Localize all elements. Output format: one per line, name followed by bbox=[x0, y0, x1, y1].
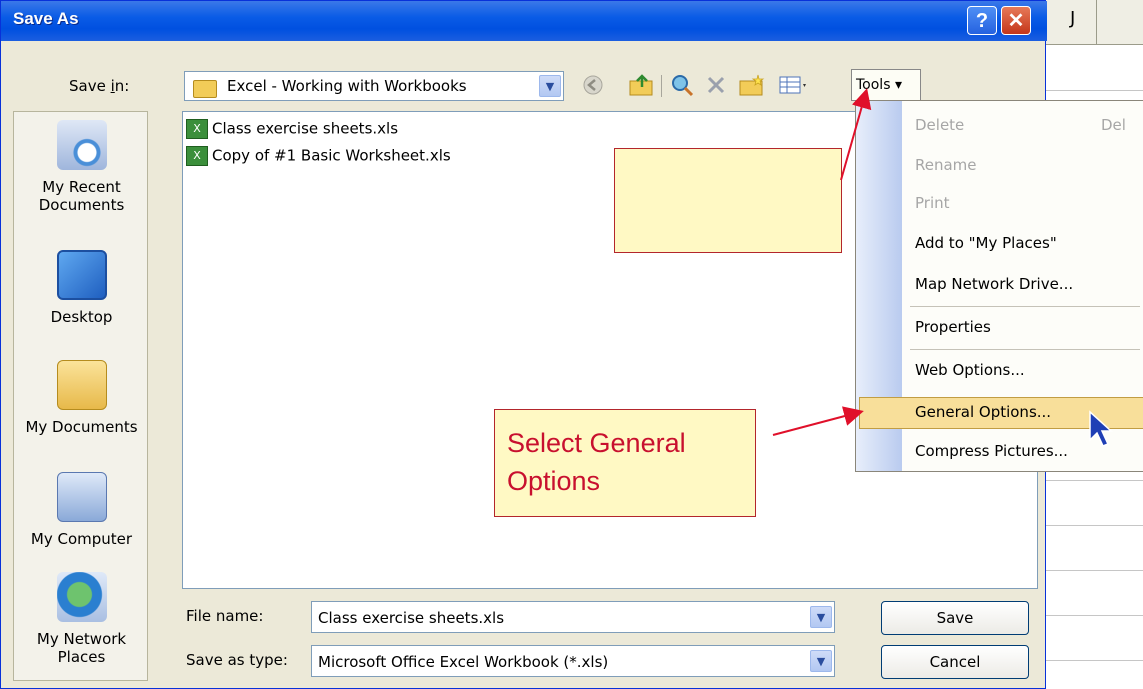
back-icon[interactable] bbox=[581, 73, 605, 97]
column-separator bbox=[1096, 0, 1097, 44]
cancel-button[interactable]: Cancel bbox=[881, 645, 1029, 679]
menu-item-add-to-my-places[interactable]: Add to "My Places" bbox=[915, 234, 1057, 252]
excel-file-icon: X bbox=[186, 119, 208, 139]
up-folder-icon[interactable] bbox=[628, 73, 656, 97]
column-header[interactable]: J bbox=[1046, 0, 1143, 45]
save-button[interactable]: Save bbox=[881, 601, 1029, 635]
list-item[interactable]: X Copy of #1 Basic Worksheet.xls bbox=[186, 146, 451, 168]
place-label: My Computer bbox=[30, 530, 133, 548]
place-my-computer[interactable]: My Computer bbox=[14, 472, 149, 548]
views-icon[interactable] bbox=[778, 73, 808, 97]
save-in-label: Save in: bbox=[69, 77, 129, 95]
menu-item-properties[interactable]: Properties bbox=[915, 318, 991, 336]
place-label: My Recent Documents bbox=[38, 178, 125, 214]
tools-dropdown-menu: Delete Del Rename Print Add to "My Place… bbox=[855, 100, 1143, 472]
menu-item-rename[interactable]: Rename bbox=[915, 156, 977, 174]
row-line bbox=[1046, 660, 1143, 661]
place-label: Desktop bbox=[50, 308, 113, 326]
tools-menu-button[interactable]: Tools ▾ bbox=[851, 69, 921, 101]
close-button[interactable]: ✕ bbox=[1001, 6, 1031, 35]
save-as-type-value: Microsoft Office Excel Workbook (*.xls) bbox=[318, 653, 609, 671]
desktop-icon bbox=[56, 250, 107, 300]
place-label: My Documents bbox=[25, 418, 138, 436]
menu-separator bbox=[910, 349, 1140, 350]
delete-icon[interactable] bbox=[704, 73, 728, 97]
row-line bbox=[1046, 480, 1143, 481]
row-line bbox=[1046, 525, 1143, 526]
place-my-network-places[interactable]: My Network Places bbox=[14, 572, 149, 666]
recent-documents-icon bbox=[56, 120, 107, 170]
list-item[interactable]: X Class exercise sheets.xls bbox=[186, 119, 398, 141]
file-name: Class exercise sheets.xls bbox=[212, 119, 399, 138]
file-name-label: File name: bbox=[186, 607, 264, 625]
save-in-dropdown[interactable]: Excel - Working with Workbooks ▼ bbox=[184, 71, 564, 101]
dialog-title: Save As bbox=[13, 9, 79, 28]
my-computer-icon bbox=[56, 472, 107, 522]
file-name-field[interactable]: Class exercise sheets.xls ▼ bbox=[311, 601, 835, 633]
place-desktop[interactable]: Desktop bbox=[14, 250, 149, 326]
menu-item-print[interactable]: Print bbox=[915, 194, 950, 212]
excel-file-icon: X bbox=[186, 146, 208, 166]
my-documents-icon bbox=[56, 360, 107, 410]
file-name-value: Class exercise sheets.xls bbox=[318, 609, 505, 627]
save-in-value: Excel - Working with Workbooks bbox=[227, 77, 467, 95]
save-as-type-label: Save as type: bbox=[186, 651, 288, 669]
place-my-recent-documents[interactable]: My Recent Documents bbox=[14, 120, 149, 214]
place-my-documents[interactable]: My Documents bbox=[14, 360, 149, 436]
menu-item-delete-shortcut: Del bbox=[1101, 116, 1126, 134]
menu-item-map-network-drive[interactable]: Map Network Drive... bbox=[915, 275, 1073, 293]
annotation-box bbox=[614, 148, 842, 253]
row-line bbox=[1046, 90, 1143, 91]
network-places-icon bbox=[56, 572, 107, 622]
menu-item-compress-pictures[interactable]: Compress Pictures... bbox=[915, 442, 1068, 460]
menu-separator bbox=[910, 306, 1140, 307]
title-bar[interactable]: Save As ? ✕ bbox=[1, 1, 1047, 41]
new-folder-icon[interactable] bbox=[738, 73, 766, 97]
places-bar: My Recent Documents Desktop My Documents… bbox=[13, 111, 148, 681]
instruction-callout: Select General Options bbox=[494, 409, 756, 517]
row-line bbox=[1046, 615, 1143, 616]
search-web-icon[interactable] bbox=[669, 73, 695, 97]
row-line bbox=[1046, 570, 1143, 571]
toolbar-separator bbox=[661, 75, 662, 97]
tools-menu-label: Tools ▾ bbox=[856, 77, 902, 93]
menu-item-general-options[interactable]: General Options... bbox=[915, 403, 1051, 421]
place-label: My Network Places bbox=[36, 630, 127, 666]
chevron-down-icon[interactable]: ▼ bbox=[810, 606, 832, 628]
chevron-down-icon[interactable]: ▼ bbox=[810, 650, 832, 672]
menu-item-web-options[interactable]: Web Options... bbox=[915, 361, 1025, 379]
file-name: Copy of #1 Basic Worksheet.xls bbox=[212, 146, 451, 165]
folder-icon bbox=[193, 80, 217, 98]
save-in-label-suffix: n: bbox=[114, 77, 130, 95]
save-as-type-dropdown[interactable]: Microsoft Office Excel Workbook (*.xls) … bbox=[311, 645, 835, 677]
column-header-label: J bbox=[1070, 8, 1076, 29]
chevron-down-icon[interactable]: ▼ bbox=[539, 75, 561, 97]
help-button[interactable]: ? bbox=[967, 6, 997, 35]
menu-item-delete[interactable]: Delete bbox=[915, 116, 964, 134]
save-in-label-prefix: Save bbox=[69, 77, 111, 95]
